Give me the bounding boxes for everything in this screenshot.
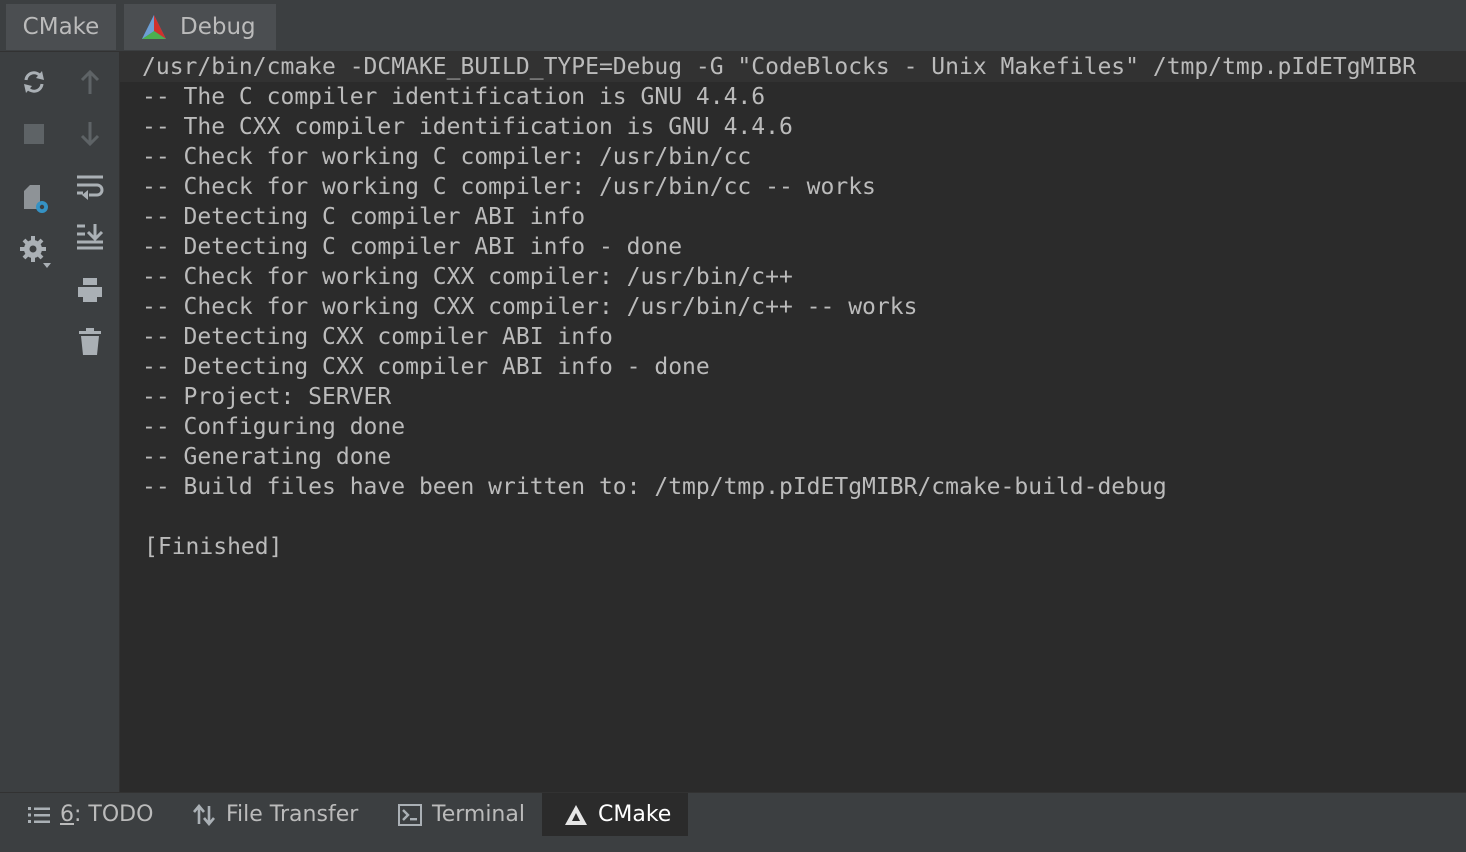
cmake-settings-button[interactable]: [16, 180, 56, 220]
tab-cmake[interactable]: CMake: [542, 793, 688, 836]
tool-window-header: CMake Debug: [0, 0, 1466, 52]
console-toolbar: [6, 52, 120, 792]
trash-icon: [79, 328, 101, 355]
arrow-down-icon: [80, 122, 100, 147]
console-line: -- Check for working C compiler: /usr/bi…: [142, 174, 876, 200]
todo-mnemonic: 6: [60, 802, 74, 827]
console-text: /usr/bin/cmake -DCMAKE_BUILD_TYPE=Debug …: [142, 52, 1416, 502]
console-line: -- Project: SERVER: [142, 384, 392, 410]
scroll-to-end-icon: [77, 224, 104, 250]
todo-label: : TODO: [74, 802, 154, 827]
console-line: -- The C compiler identification is GNU …: [142, 84, 766, 110]
refresh-icon: [24, 71, 44, 93]
settings-button[interactable]: [16, 232, 56, 272]
console-line: -- Detecting C compiler ABI info - done: [142, 234, 683, 260]
console-line: -- Check for working C compiler: /usr/bi…: [142, 144, 752, 170]
tool-window-bar: 6: TODO File Transfer Terminal CMake: [0, 792, 1466, 836]
cmake-label: CMake: [598, 802, 672, 827]
arrow-up-icon: [80, 69, 100, 94]
console-output[interactable]: /usr/bin/cmake -DCMAKE_BUILD_TYPE=Debug …: [120, 52, 1466, 792]
print-icon: [78, 278, 102, 302]
console-line: -- Detecting CXX compiler ABI info: [142, 324, 613, 350]
stop-icon: [24, 124, 44, 144]
next-button[interactable]: [70, 114, 110, 154]
tab-debug[interactable]: Debug: [124, 4, 276, 50]
console-line: -- Check for working CXX compiler: /usr/…: [142, 294, 918, 320]
status-bar: [0, 836, 1466, 852]
cmake-triangle-icon: [142, 15, 166, 39]
console-line: -- Check for working CXX compiler: /usr/…: [142, 264, 793, 290]
tab-file-transfer[interactable]: File Transfer: [192, 793, 372, 836]
list-icon: [28, 806, 50, 823]
stop-button[interactable]: [14, 114, 54, 154]
console-line: -- Detecting C compiler ABI info: [142, 204, 586, 230]
tab-terminal[interactable]: Terminal: [398, 793, 538, 836]
previous-button[interactable]: [70, 62, 110, 102]
transfer-arrows-icon: [193, 803, 215, 826]
console-line: -- Generating done: [142, 444, 392, 470]
refresh-button[interactable]: [14, 62, 54, 102]
print-button[interactable]: [70, 270, 110, 310]
soft-wrap-icon: [77, 175, 104, 200]
scroll-to-end-button[interactable]: [70, 216, 110, 256]
tab-label: Debug: [180, 14, 256, 40]
gear-icon: [20, 236, 51, 268]
finished-status: [Finished]: [144, 534, 283, 560]
soft-wrap-button[interactable]: [70, 166, 110, 206]
console-line: -- The CXX compiler identification is GN…: [142, 114, 793, 140]
clear-all-button[interactable]: [70, 322, 110, 362]
panel-title: CMake: [6, 4, 116, 50]
console-line: -- Configuring done: [142, 414, 406, 440]
terminal-label: Terminal: [432, 802, 525, 827]
console-line: /usr/bin/cmake -DCMAKE_BUILD_TYPE=Debug …: [142, 54, 1416, 80]
tab-todo[interactable]: 6: TODO: [28, 793, 168, 836]
cmake-triangle-icon: [565, 804, 587, 825]
console-line: -- Build files have been written to: /tm…: [142, 474, 1167, 500]
terminal-icon: [398, 803, 422, 826]
console-line: -- Detecting CXX compiler ABI info - don…: [142, 354, 710, 380]
file-transfer-label: File Transfer: [226, 802, 359, 827]
cmake-settings-icon: [24, 185, 48, 213]
